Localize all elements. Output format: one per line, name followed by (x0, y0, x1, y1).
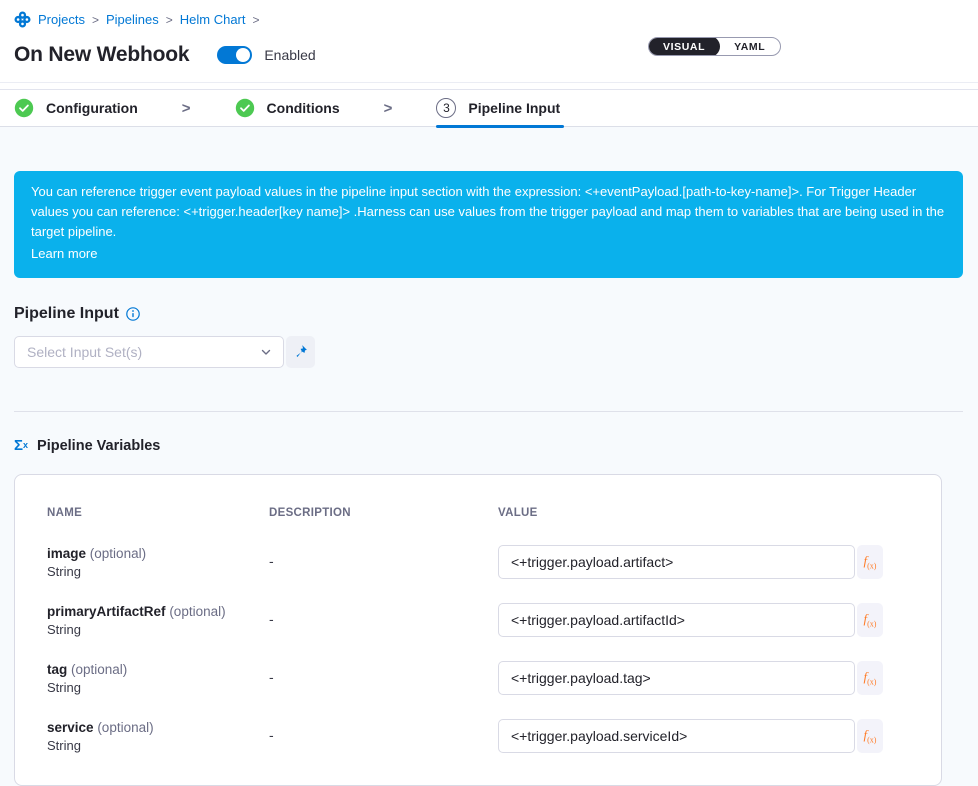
step-number-badge: 3 (436, 98, 456, 118)
tab-conditions-label: Conditions (267, 100, 340, 116)
info-banner-text: You can reference trigger event payload … (31, 184, 944, 239)
variable-type: String (47, 621, 269, 638)
enabled-toggle[interactable] (217, 46, 252, 64)
variable-type: String (47, 679, 269, 696)
visual-tab[interactable]: VISUAL (648, 37, 720, 56)
breadcrumb-helm-chart[interactable]: Helm Chart (180, 12, 246, 27)
info-icon[interactable] (126, 307, 140, 321)
chevron-right-icon: > (182, 100, 191, 117)
wizard-tabbar: Configuration > Conditions > 3 Pipeline … (0, 89, 978, 127)
input-set-select[interactable]: Select Input Set(s) (14, 336, 284, 368)
variable-value-input[interactable] (498, 603, 855, 637)
check-circle-icon (235, 98, 255, 118)
variable-type: String (47, 563, 269, 580)
variable-description: - (269, 603, 498, 627)
chevron-down-icon (259, 345, 273, 359)
table-row: tag (optional) String - f(x) (47, 661, 909, 696)
sigma-variables-icon: Σx (14, 438, 28, 453)
pipeline-variables-heading: Pipeline Variables (37, 438, 160, 454)
column-header-description: DESCRIPTION (269, 507, 498, 519)
expression-fx-button[interactable]: f(x) (857, 661, 883, 695)
page-header: Projects > Pipelines > Helm Chart > On N… (0, 0, 978, 83)
expression-fx-button[interactable]: f(x) (857, 719, 883, 753)
chevron-right-icon: > (253, 13, 260, 27)
breadcrumb-pipelines[interactable]: Pipelines (106, 12, 159, 27)
tab-configuration-label: Configuration (46, 100, 138, 116)
check-circle-icon (14, 98, 34, 118)
variables-table-header: NAME DESCRIPTION VALUE (47, 507, 909, 519)
variable-name: image (47, 546, 86, 561)
variable-optional-tag: (optional) (90, 546, 146, 561)
info-banner: You can reference trigger event payload … (14, 171, 963, 278)
column-header-value: VALUE (498, 507, 909, 519)
learn-more-link[interactable]: Learn more (31, 244, 97, 264)
pipeline-variables-card: NAME DESCRIPTION VALUE image (optional) … (14, 474, 942, 786)
section-divider (14, 411, 963, 412)
tab-configuration[interactable]: Configuration (14, 89, 138, 127)
variable-optional-tag: (optional) (169, 604, 225, 619)
input-set-placeholder: Select Input Set(s) (27, 344, 259, 360)
variable-optional-tag: (optional) (71, 662, 127, 677)
tab-conditions[interactable]: Conditions (235, 89, 340, 127)
page-title: On New Webhook (14, 43, 189, 67)
expression-fx-button[interactable]: f(x) (857, 545, 883, 579)
breadcrumb: Projects > Pipelines > Helm Chart > (14, 11, 964, 28)
expression-fx-button[interactable]: f(x) (857, 603, 883, 637)
table-row: primaryArtifactRef (optional) String - f… (47, 603, 909, 638)
table-row: image (optional) String - f(x) (47, 545, 909, 580)
variable-description: - (269, 719, 498, 743)
tab-pipeline-input[interactable]: 3 Pipeline Input (436, 89, 560, 127)
enabled-label: Enabled (264, 47, 315, 63)
variable-name: primaryArtifactRef (47, 604, 166, 619)
variable-value-input[interactable] (498, 719, 855, 753)
variable-value-input[interactable] (498, 661, 855, 695)
visual-yaml-toggle: VISUAL YAML (648, 37, 781, 56)
variable-description: - (269, 661, 498, 685)
yaml-tab[interactable]: YAML (719, 37, 780, 56)
tab-pipeline-input-label: Pipeline Input (468, 100, 560, 116)
variable-value-input[interactable] (498, 545, 855, 579)
projects-clover-icon (14, 11, 31, 28)
chevron-right-icon: > (384, 100, 393, 117)
breadcrumb-projects[interactable]: Projects (38, 12, 85, 27)
pipeline-input-heading: Pipeline Input (14, 305, 119, 323)
variable-description: - (269, 545, 498, 569)
chevron-right-icon: > (92, 13, 99, 27)
table-row: service (optional) String - f(x) (47, 719, 909, 754)
variable-name: service (47, 720, 94, 735)
pin-icon (293, 344, 308, 359)
variable-type: String (47, 737, 269, 754)
main-content: You can reference trigger event payload … (0, 127, 978, 786)
pin-input-set-button[interactable] (286, 336, 315, 368)
variable-optional-tag: (optional) (97, 720, 153, 735)
variable-name: tag (47, 662, 67, 677)
column-header-name: NAME (47, 507, 269, 519)
chevron-right-icon: > (166, 13, 173, 27)
